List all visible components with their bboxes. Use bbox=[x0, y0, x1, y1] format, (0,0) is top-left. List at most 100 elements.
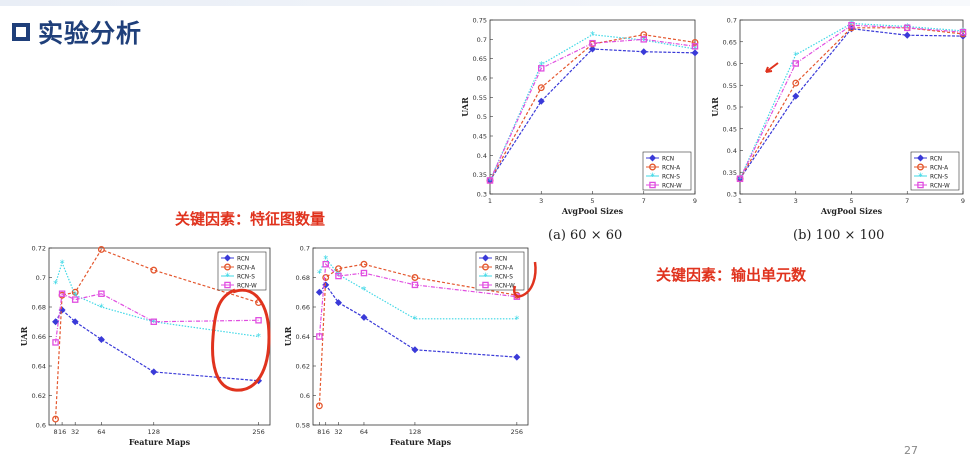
legend-marker: * bbox=[918, 172, 923, 183]
x-tick-label: 64 bbox=[360, 428, 368, 436]
y-tick-label: 0.68 bbox=[32, 304, 46, 312]
x-tick-label: 128 bbox=[148, 428, 160, 436]
y-tick-label: 0.35 bbox=[723, 169, 737, 177]
x-tick-label: 9 bbox=[961, 197, 965, 205]
y-tick-label: 0.4 bbox=[727, 147, 737, 155]
red-arrow-mark bbox=[765, 62, 779, 73]
y-tick-label: 0.7 bbox=[727, 17, 737, 25]
legend-label: RCN-S bbox=[930, 174, 948, 180]
x-tick-label: 7 bbox=[905, 197, 909, 205]
x-axis-label: Feature Maps bbox=[129, 437, 191, 447]
y-axis-label: UAR bbox=[19, 326, 29, 346]
y-tick-label: 0.5 bbox=[727, 104, 737, 112]
y-tick-label: 0.62 bbox=[32, 392, 46, 400]
data-point-rcn-s: * bbox=[412, 314, 417, 325]
caption-b: (b) 100 × 100 bbox=[793, 228, 885, 243]
y-tick-label: 0.45 bbox=[473, 133, 487, 141]
y-tick-label: 0.66 bbox=[32, 333, 46, 341]
y-tick-label: 0.7 bbox=[300, 245, 310, 253]
y-tick-label: 0.3 bbox=[727, 191, 737, 199]
y-tick-label: 0.6 bbox=[300, 392, 310, 400]
caption-a: (a) 60 × 60 bbox=[548, 228, 623, 243]
x-axis-label: AvgPool Sizes bbox=[820, 206, 883, 216]
y-tick-label: 0.68 bbox=[296, 274, 310, 282]
legend-label: RCN bbox=[237, 256, 249, 262]
y-tick-label: 0.66 bbox=[296, 304, 310, 312]
legend-marker: * bbox=[225, 272, 230, 283]
x-tick-label: 128 bbox=[409, 428, 421, 436]
y-tick-label: 0.64 bbox=[32, 363, 46, 371]
data-point-rcn-s: * bbox=[514, 314, 519, 325]
x-tick-label: 3 bbox=[794, 197, 798, 205]
y-tick-label: 0.3 bbox=[477, 191, 487, 199]
chart-feature-maps-2: 0.58 0.6 0.62 0.64 0.66 0.68 0.7 8 16 32 64 128 256 F… bbox=[283, 240, 533, 453]
slide-title: 实验分析 bbox=[38, 19, 143, 48]
chart-avgpool-60: 0.3 0.35 0.4 0.45 0.5 0.55 0.6 0.65 0.7 0.75 1 3 5 7 9… bbox=[455, 12, 700, 227]
legend-label: RCN-W bbox=[662, 183, 682, 189]
y-tick-label: 0.75 bbox=[473, 17, 487, 25]
y-axis-label: UAR bbox=[460, 97, 470, 117]
slide-top-band bbox=[0, 0, 970, 6]
data-point-rcn-s: * bbox=[793, 50, 798, 61]
x-tick-label: 1 bbox=[488, 197, 492, 205]
x-tick-label: 9 bbox=[693, 197, 697, 205]
legend-label: RCN-W bbox=[930, 183, 950, 189]
page-number: 27 bbox=[904, 444, 918, 457]
x-tick-label: 5 bbox=[590, 197, 594, 205]
y-axis-label: UAR bbox=[283, 326, 293, 346]
legend-label: RCN bbox=[930, 156, 942, 162]
legend-label: RCN-A bbox=[237, 265, 255, 271]
y-axis-label: UAR bbox=[710, 97, 720, 117]
square-bullet-icon bbox=[12, 23, 30, 41]
data-point-rcn-s: * bbox=[60, 258, 65, 269]
y-tick-label: 0.4 bbox=[477, 152, 487, 160]
data-point-rcn-s: * bbox=[317, 269, 322, 280]
legend-label: RCN-S bbox=[662, 174, 680, 180]
x-tick-label: 256 bbox=[511, 428, 523, 436]
x-tick-label: 1 bbox=[738, 197, 742, 205]
y-tick-label: 0.6 bbox=[36, 422, 46, 430]
x-tick-label: 5 bbox=[849, 197, 853, 205]
data-point-rcn-s: * bbox=[361, 285, 366, 296]
legend-label: RCN-A bbox=[662, 165, 680, 171]
data-point-rcn-s: * bbox=[590, 30, 595, 41]
y-tick-label: 0.6 bbox=[477, 75, 487, 83]
y-tick-label: 0.62 bbox=[296, 363, 310, 371]
x-tick-label: 3 bbox=[539, 197, 543, 205]
y-tick-label: 0.72 bbox=[32, 245, 46, 253]
legend-label: RCN-S bbox=[237, 274, 255, 280]
slide-header: 实验分析 bbox=[12, 14, 142, 50]
x-tick-label: 256 bbox=[252, 428, 264, 436]
y-tick-label: 0.7 bbox=[477, 36, 487, 44]
chart-avgpool-100: 0.3 0.35 0.4 0.45 0.5 0.55 0.6 0.65 0.7 1 3 5 7 9 AvgP… bbox=[710, 12, 968, 227]
x-axis-label: AvgPool Sizes bbox=[561, 206, 624, 216]
y-tick-label: 0.7 bbox=[36, 274, 46, 282]
red-hook-annotation bbox=[513, 261, 537, 298]
x-tick-label: 64 bbox=[97, 428, 105, 436]
data-point-rcn-s: * bbox=[73, 291, 78, 302]
legend-marker: * bbox=[650, 172, 655, 183]
y-tick-label: 0.64 bbox=[296, 333, 310, 341]
y-tick-label: 0.35 bbox=[473, 171, 487, 179]
x-tick-label: 32 bbox=[334, 428, 342, 436]
x-tick-label: 16 bbox=[322, 428, 330, 436]
y-tick-label: 0.6 bbox=[727, 60, 737, 68]
x-tick-label: 7 bbox=[642, 197, 646, 205]
legend-marker: * bbox=[483, 272, 488, 283]
x-tick-label: 16 bbox=[58, 428, 66, 436]
legend-label: RCN-A bbox=[930, 165, 948, 171]
x-tick-label: 32 bbox=[71, 428, 79, 436]
y-tick-label: 0.55 bbox=[723, 82, 737, 90]
annotation-output-units: 关键因素：输出单元数 bbox=[656, 266, 807, 284]
x-axis-label: Feature Maps bbox=[390, 437, 452, 447]
y-tick-label: 0.5 bbox=[477, 113, 487, 121]
data-point-rcn-s: * bbox=[53, 279, 58, 290]
data-point-rcn-s: * bbox=[323, 254, 328, 265]
y-tick-label: 0.65 bbox=[723, 38, 737, 46]
y-tick-label: 0.65 bbox=[473, 55, 487, 63]
y-tick-label: 0.55 bbox=[473, 94, 487, 102]
y-tick-label: 0.58 bbox=[296, 422, 310, 430]
annotation-feature-maps: 关键因素：特征图数量 bbox=[175, 210, 326, 228]
y-tick-label: 0.45 bbox=[723, 125, 737, 133]
legend-label: RCN bbox=[662, 156, 674, 162]
